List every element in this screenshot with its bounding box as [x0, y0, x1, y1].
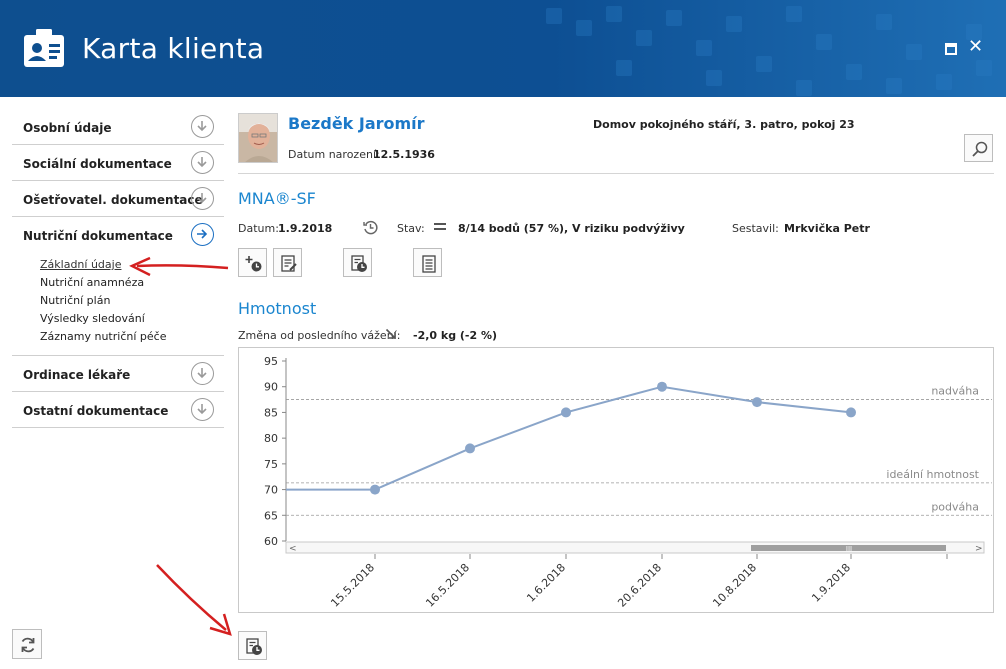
- sidebar-item-nutricni-dokumentace[interactable]: Nutriční dokumentace: [12, 217, 224, 253]
- record-history-button[interactable]: [343, 248, 372, 277]
- close-icon[interactable]: ✕: [968, 38, 983, 56]
- sidebar-item-ostatni-dokumentace[interactable]: Ostatní dokumentace: [12, 392, 224, 428]
- reference-line-label: nadváha: [931, 385, 979, 398]
- arrow-right-icon[interactable]: [191, 223, 214, 246]
- y-tick-label: 95: [264, 355, 278, 368]
- subitem-zaznamy-nutricni-pece[interactable]: Záznamy nutriční péče: [40, 329, 224, 347]
- weight-chart: 60 65 70 75 80 85 90 95 nadváha ideální hmotnost p…: [238, 347, 994, 613]
- sidebar: Osobní údaje Sociální dokumentace Ošetřo…: [12, 109, 224, 428]
- subitem-nutricni-anamneza[interactable]: Nutriční anamnéza: [40, 275, 224, 293]
- reference-line-label: podváha: [931, 500, 979, 513]
- mna-date-label: Datum:: [238, 222, 279, 235]
- history-icon: [363, 220, 378, 235]
- data-point: [752, 397, 762, 408]
- sidebar-item-label: Ordinace lékaře: [23, 368, 131, 382]
- mna-state-label: Stav:: [397, 222, 425, 235]
- weight-chart-svg: 60 65 70 75 80 85 90 95 nadváha ideální hmotnost p…: [264, 355, 992, 610]
- y-tick-label: 60: [264, 535, 278, 548]
- y-tick-label: 85: [264, 406, 278, 419]
- mna-author-label: Sestavil:: [732, 222, 779, 235]
- data-point: [561, 407, 571, 418]
- subitem-zakladni-udaje[interactable]: Základní údaje: [40, 257, 224, 275]
- sidebar-item-label: Ostatní dokumentace: [23, 404, 169, 418]
- refresh-button[interactable]: [12, 629, 42, 659]
- mna-date-value: 1.9.2018: [278, 222, 333, 235]
- data-point: [465, 443, 475, 454]
- weight-title: Hmotnost: [238, 299, 317, 318]
- equals-icon: [434, 223, 446, 230]
- chevron-down-icon[interactable]: [191, 187, 214, 210]
- weight-history-button[interactable]: [238, 631, 267, 660]
- x-tick-label: 15.5.2018: [328, 561, 377, 610]
- y-tick-label: 70: [264, 484, 278, 497]
- dob-value: 12.5.1936: [373, 148, 435, 161]
- search-button[interactable]: [964, 134, 993, 162]
- subitem-nutricni-plan[interactable]: Nutriční plán: [40, 293, 224, 311]
- y-tick-label: 90: [264, 381, 278, 394]
- y-tick-label: 80: [264, 432, 278, 445]
- edit-document-icon: [281, 255, 297, 272]
- sidebar-submenu: Základní údaje Nutriční anamnéza Nutričn…: [12, 253, 224, 356]
- document-history-icon: [246, 638, 262, 655]
- sidebar-item-label: Osobní údaje: [23, 121, 112, 135]
- reference-line-label: ideální hmotnost: [886, 468, 979, 481]
- data-point: [657, 381, 667, 392]
- header-tile-pattern: [546, 6, 992, 96]
- id-card-icon: [24, 29, 64, 67]
- document-icon: [422, 255, 436, 273]
- x-tick-label: 1.6.2018: [524, 561, 568, 605]
- chevron-down-icon[interactable]: [191, 151, 214, 174]
- weight-change-label: Změna od posledního vážení:: [238, 329, 401, 342]
- arrow-down-right-icon: [385, 328, 396, 339]
- search-icon: [972, 141, 988, 157]
- window-header: Karta klienta ✕: [0, 0, 1006, 97]
- chevron-down-icon[interactable]: [191, 362, 214, 385]
- x-tick-label: 1.9.2018: [809, 561, 853, 605]
- chevron-down-icon[interactable]: [191, 398, 214, 421]
- series-line: [286, 385, 852, 491]
- sidebar-item-osobni-udaje[interactable]: Osobní údaje: [12, 109, 224, 145]
- subitem-vysledky-sledovani[interactable]: Výsledky sledování: [40, 311, 224, 329]
- chevron-down-icon[interactable]: [191, 115, 214, 138]
- scrollbar-grip: III: [846, 545, 852, 553]
- data-point: [846, 407, 856, 418]
- sidebar-item-osetrovatel-dokumentace[interactable]: Ošetřovatel. dokumentace: [12, 181, 224, 217]
- document-history-icon: [351, 255, 367, 272]
- weight-change-value: -2,0 kg (-2 %): [413, 329, 498, 342]
- client-name: Bezděk Jaromír: [288, 114, 425, 133]
- data-point: [370, 484, 380, 495]
- x-tick-label: 16.5.2018: [423, 561, 472, 610]
- add-history-icon: [245, 256, 262, 272]
- sidebar-item-label: Sociální dokumentace: [23, 157, 172, 171]
- x-tick-label: 20.6.2018: [615, 561, 664, 610]
- view-document-button[interactable]: [413, 248, 442, 277]
- mna-title: MNA®-SF: [238, 189, 316, 208]
- mna-state-value: 8/14 bodů (57 %), V riziku podvýživy: [458, 222, 685, 235]
- avatar: [238, 113, 278, 163]
- sidebar-item-label: Nutriční dokumentace: [23, 229, 173, 243]
- x-tick-label: 10.8.2018: [710, 561, 759, 610]
- y-tick-label: 65: [264, 509, 278, 522]
- divider: [238, 173, 994, 174]
- y-tick-label: 75: [264, 458, 278, 471]
- refresh-icon: [21, 637, 35, 653]
- client-location: Domov pokojného stáří, 3. patro, pokoj 2…: [593, 118, 855, 131]
- edit-record-button[interactable]: [273, 248, 302, 277]
- dob-label: Datum narození:: [288, 148, 380, 161]
- sidebar-item-label: Ošetřovatel. dokumentace: [23, 193, 203, 207]
- annotation-arrow-2: [156, 564, 232, 636]
- window-title: Karta klienta: [82, 32, 265, 65]
- maximize-icon[interactable]: [945, 43, 957, 55]
- sidebar-item-ordinace-lekare[interactable]: Ordinace lékaře: [12, 356, 224, 392]
- scroll-left-icon: <: [289, 544, 297, 554]
- mna-author-value: Mrkvička Petr: [784, 222, 870, 235]
- scroll-right-icon: >: [975, 544, 983, 554]
- sidebar-item-socialni-dokumentace[interactable]: Sociální dokumentace: [12, 145, 224, 181]
- add-record-button[interactable]: [238, 248, 267, 277]
